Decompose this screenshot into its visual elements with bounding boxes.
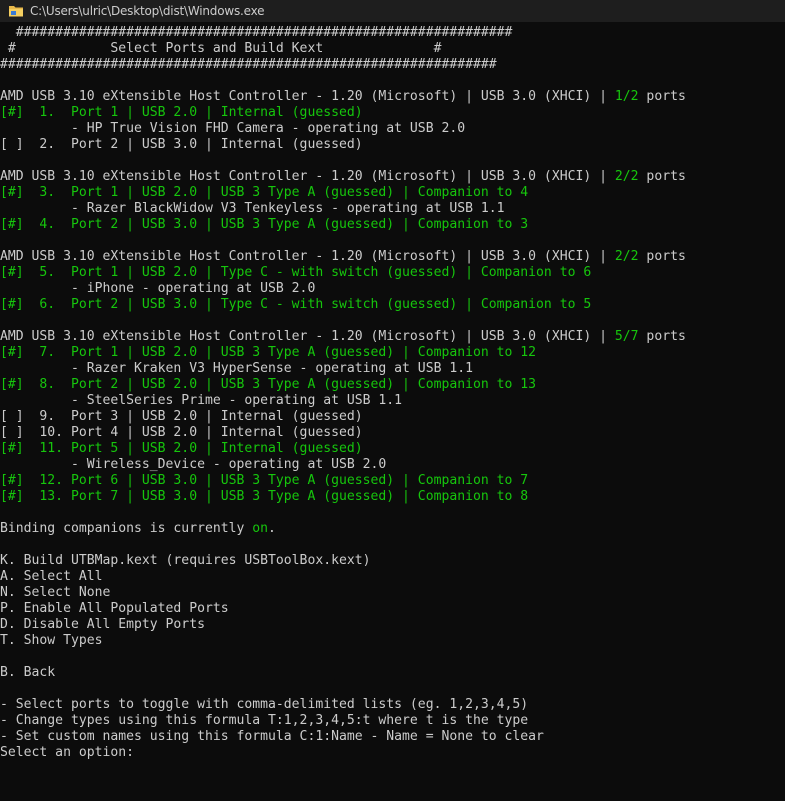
console-line: - Wireless_Device - operating at USB 2.0 [0,457,785,473]
console-line: [#] 6. Port 2 | USB 3.0 | Type C - with … [0,297,785,313]
console-line: N. Select None [0,585,785,601]
console-text: [ ] 2. Port 2 | USB 3.0 | Internal (gues… [0,137,363,152]
console-line: ########################################… [0,57,785,73]
console-line: AMD USB 3.10 eXtensible Host Controller … [0,329,785,345]
console-text: - Razer BlackWidow V3 Tenkeyless - opera… [0,201,505,216]
console-text: [ ] 9. Port 3 | USB 2.0 | Internal (gues… [0,409,363,424]
console-text: Binding companions is currently [0,521,253,536]
console-text-green: 1/2 [614,89,639,104]
console-text: T. Show Types [0,633,103,648]
console-output[interactable]: ########################################… [0,25,785,801]
console-window: C:\Users\ulric\Desktop\dist\Windows.exe … [0,0,785,801]
console-line: - HP True Vision FHD Camera - operating … [0,121,785,137]
console-line: [ ] 2. Port 2 | USB 3.0 | Internal (gues… [0,137,785,153]
console-line: AMD USB 3.10 eXtensible Host Controller … [0,89,785,105]
console-line: - Razer Kraken V3 HyperSense - operating… [0,361,785,377]
console-line: [#] 7. Port 1 | USB 2.0 | USB 3 Type A (… [0,345,785,361]
console-text: - Change types using this formula T:1,2,… [0,713,529,728]
console-line: # Select Ports and Build Kext # [0,41,785,57]
console-text-green: [#] 7. Port 1 | USB 2.0 | USB 3 Type A (… [0,345,537,360]
console-text: AMD USB 3.10 eXtensible Host Controller … [0,249,615,264]
console-text: ports [638,169,686,184]
console-line: D. Disable All Empty Ports [0,617,785,633]
console-text-green: on [252,521,269,536]
console-text: [ ] 10. Port 4 | USB 2.0 | Internal (gue… [0,425,363,440]
console-line: B. Back [0,665,785,681]
console-line: - Select ports to toggle with comma-deli… [0,697,785,713]
console-text: - Set custom names using this formula C:… [0,729,544,744]
console-text: ########################################… [0,57,497,72]
console-line: T. Show Types [0,633,785,649]
folder-icon [8,4,24,18]
console-line: [#] 1. Port 1 | USB 2.0 | Internal (gues… [0,105,785,121]
console-line: A. Select All [0,569,785,585]
console-line: - SteelSeries Prime - operating at USB 1… [0,393,785,409]
console-text: AMD USB 3.10 eXtensible Host Controller … [0,89,615,104]
console-text: N. Select None [0,585,111,600]
console-line: [#] 5. Port 1 | USB 2.0 | Type C - with … [0,265,785,281]
console-text-green: [#] 12. Port 6 | USB 3.0 | USB 3 Type A … [0,473,529,488]
console-text: - Razer Kraken V3 HyperSense - operating… [0,361,473,376]
console-text: K. Build UTBMap.kext (requires USBToolBo… [0,553,371,568]
console-text: Select an option: [0,745,142,760]
console-line: [#] 4. Port 2 | USB 3.0 | USB 3 Type A (… [0,217,785,233]
console-text-green: [#] 3. Port 1 | USB 2.0 | USB 3 Type A (… [0,185,529,200]
console-text-green: [#] 11. Port 5 | USB 2.0 | Internal (gue… [0,441,363,456]
console-line: - Set custom names using this formula C:… [0,729,785,745]
console-text-green: [#] 6. Port 2 | USB 3.0 | Type C - with … [0,297,592,312]
console-text: ports [638,249,686,264]
console-text: B. Back [0,665,56,680]
title-bar[interactable]: C:\Users\ulric\Desktop\dist\Windows.exe [0,0,785,22]
console-text: - iPhone - operating at USB 2.0 [0,281,316,296]
console-text-green: 2/2 [614,169,639,184]
console-line: [#] 3. Port 1 | USB 2.0 | USB 3 Type A (… [0,185,785,201]
console-line: - Razer BlackWidow V3 Tenkeyless - opera… [0,201,785,217]
console-text: P. Enable All Populated Ports [0,601,229,616]
console-line: [ ] 9. Port 3 | USB 2.0 | Internal (gues… [0,409,785,425]
console-text: AMD USB 3.10 eXtensible Host Controller … [0,329,615,344]
console-text-green: [#] 13. Port 7 | USB 3.0 | USB 3 Type A … [0,489,529,504]
console-text: - Wireless_Device - operating at USB 2.0 [0,457,387,472]
console-text-green: 5/7 [614,329,639,344]
console-line: ########################################… [0,25,785,41]
console-text: AMD USB 3.10 eXtensible Host Controller … [0,169,615,184]
window-title: C:\Users\ulric\Desktop\dist\Windows.exe [30,4,265,18]
console-text-green: [#] 5. Port 1 | USB 2.0 | Type C - with … [0,265,592,280]
console-line: - Change types using this formula T:1,2,… [0,713,785,729]
console-line: Binding companions is currently on. [0,521,785,537]
console-line: - iPhone - operating at USB 2.0 [0,281,785,297]
console-line: AMD USB 3.10 eXtensible Host Controller … [0,169,785,185]
console-text: D. Disable All Empty Ports [0,617,205,632]
console-line: [ ] 10. Port 4 | USB 2.0 | Internal (gue… [0,425,785,441]
console-text: - Select ports to toggle with comma-deli… [0,697,529,712]
console-line: K. Build UTBMap.kext (requires USBToolBo… [0,553,785,569]
console-line: AMD USB 3.10 eXtensible Host Controller … [0,249,785,265]
console-text: ports [638,89,686,104]
console-line: [#] 12. Port 6 | USB 3.0 | USB 3 Type A … [0,473,785,489]
console-text: # Select Ports and Build Kext # [0,41,442,56]
console-line: [#] 11. Port 5 | USB 2.0 | Internal (gue… [0,441,785,457]
console-text-green: [#] 8. Port 2 | USB 2.0 | USB 3 Type A (… [0,377,537,392]
console-line: [#] 8. Port 2 | USB 2.0 | USB 3 Type A (… [0,377,785,393]
console-text: - SteelSeries Prime - operating at USB 1… [0,393,403,408]
console-text: - HP True Vision FHD Camera - operating … [0,121,466,136]
console-line: [#] 13. Port 7 | USB 3.0 | USB 3 Type A … [0,489,785,505]
console-line: P. Enable All Populated Ports [0,601,785,617]
console-text: ports [638,329,686,344]
console-text: . [268,521,276,536]
console-text-green: [#] 1. Port 1 | USB 2.0 | Internal (gues… [0,105,363,120]
console-text-green: [#] 4. Port 2 | USB 3.0 | USB 3 Type A (… [0,217,529,232]
console-line: Select an option: [0,745,785,761]
console-text: A. Select All [0,569,103,584]
console-text-green: 2/2 [614,249,639,264]
console-text: ########################################… [0,25,513,40]
